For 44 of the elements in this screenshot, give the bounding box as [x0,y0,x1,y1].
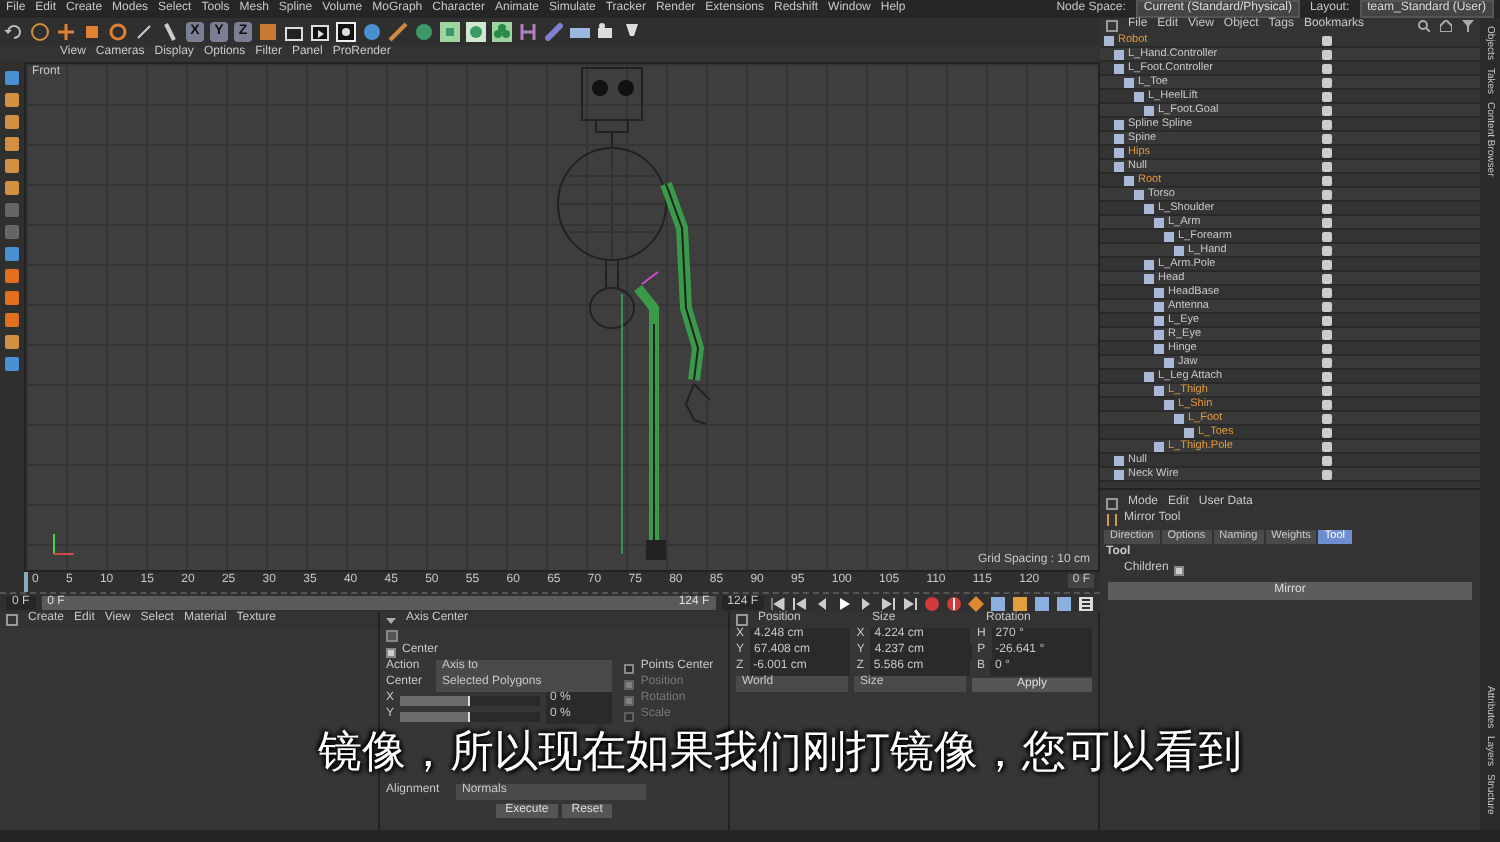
mirror-tool-icon [1106,514,1118,526]
coordinate-system-icon[interactable] [258,22,278,42]
undo-icon[interactable] [4,22,24,42]
axis-gizmo-icon [50,530,78,558]
floor-icon[interactable] [570,22,590,42]
cluster-icon[interactable] [492,22,512,42]
bracket-icon[interactable] [518,22,538,42]
slider-track[interactable] [400,695,541,705]
render-settings-icon[interactable] [336,22,356,42]
auto-key-icon[interactable] [946,595,962,611]
collapse-arrow-icon[interactable] [386,615,396,625]
scale-icon[interactable] [82,22,102,42]
slider-track[interactable] [400,711,541,721]
panel-menu-icon[interactable] [1106,498,1118,510]
light-icon[interactable] [622,22,642,42]
previous-key-icon[interactable] [792,595,808,611]
next-key-icon[interactable] [880,595,896,611]
camera-icon[interactable] [596,22,616,42]
panel-menu-icon[interactable] [6,614,18,626]
timeline-icon[interactable] [1078,595,1094,611]
checkbox[interactable] [1174,565,1185,575]
effector-icon[interactable] [466,22,486,42]
last-frame-icon[interactable] [902,595,918,611]
rotate-icon[interactable] [108,22,128,42]
home-icon[interactable] [1440,20,1452,32]
object-icon [1154,441,1164,451]
checkbox[interactable] [624,663,635,673]
capsule-icon[interactable] [544,22,564,42]
clapperboard-icon[interactable] [284,22,304,42]
subtitle: 镜像，所以现在如果我们刚打镜像，您可以看到 [316,724,1244,780]
render-view-icon[interactable] [310,22,330,42]
search-icon[interactable] [1418,20,1430,32]
panel-menu-icon[interactable] [1106,20,1118,32]
panel-icon [386,630,398,642]
first-frame-icon[interactable] [770,595,786,611]
move-icon[interactable] [56,22,76,42]
checkbox[interactable] [386,647,396,657]
slider-fill[interactable] [400,695,471,705]
sphere-icon[interactable] [414,22,434,42]
panel-menu-icon[interactable] [736,614,748,626]
cursor-icon[interactable] [30,22,50,42]
brush-icon[interactable] [160,22,180,42]
slider-fill[interactable] [400,711,471,721]
record-icon[interactable] [924,595,940,611]
